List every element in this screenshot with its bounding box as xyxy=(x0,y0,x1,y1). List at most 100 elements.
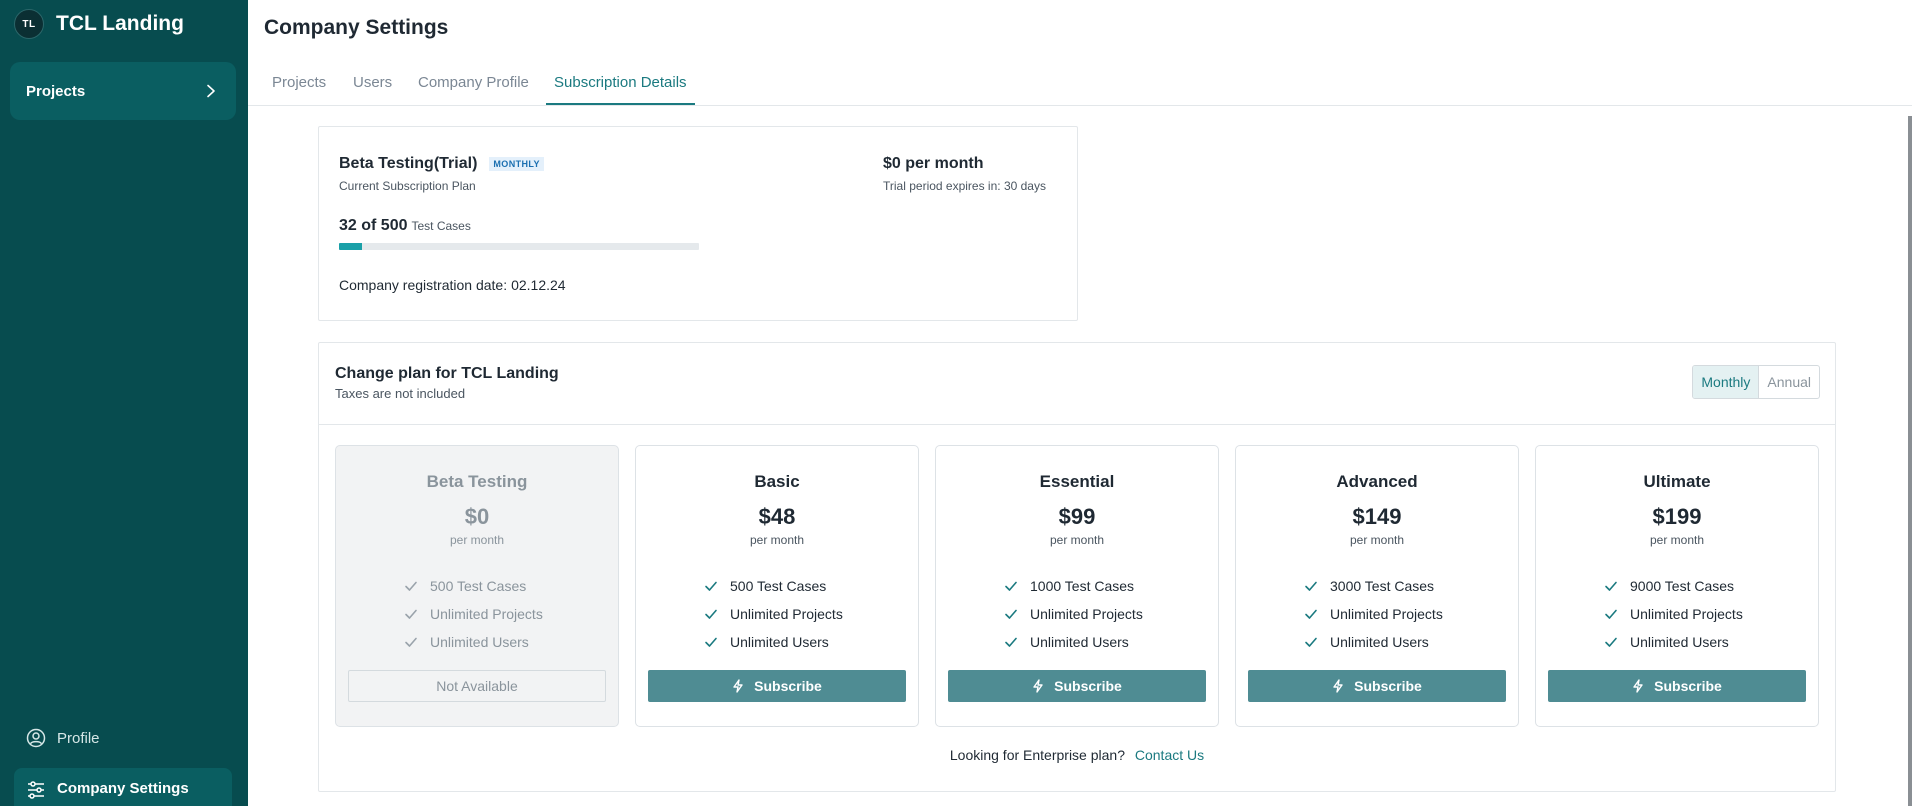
plan-name: Advanced xyxy=(1336,472,1418,491)
plan-price: $48 xyxy=(758,504,796,529)
change-plan-header: Change plan for TCL Landing Taxes are no… xyxy=(319,343,1835,425)
plan-feature-label: Unlimited Projects xyxy=(430,606,543,622)
plan-period: per month xyxy=(449,533,505,547)
lightning-icon xyxy=(1633,679,1643,693)
subscribe-button-label: Subscribe xyxy=(754,678,822,694)
plan-feature-label: Unlimited Users xyxy=(1330,634,1429,650)
sliders-icon xyxy=(28,781,44,799)
check-icon xyxy=(1605,581,1617,591)
plan-features: 9000 Test Cases Unlimited Projects Unlimit… xyxy=(1604,572,1743,656)
subscribe-button[interactable]: Subscribe xyxy=(1248,670,1506,702)
billing-badge: MONTHLY xyxy=(489,157,544,171)
not-available-label: Not Available xyxy=(436,678,518,694)
subscribe-button[interactable]: Subscribe xyxy=(948,670,1206,702)
plan-card-beta-testing: Beta Testing $0 per month 500 Test Cases Unl… xyxy=(335,445,619,727)
plan-name: Beta Testing xyxy=(426,472,528,491)
check-icon xyxy=(705,609,717,619)
plan-features: 1000 Test Cases Unlimited Projects Unlimit… xyxy=(1004,572,1143,656)
tab-projects[interactable]: Projects xyxy=(272,74,326,103)
plan-feature: 1000 Test Cases xyxy=(1004,572,1143,600)
plan-price: $199 xyxy=(1652,504,1702,529)
plan-feature-label: Unlimited Users xyxy=(730,634,829,650)
sidebar: TL TCL Landing Projects Profile Company … xyxy=(0,0,248,806)
sidebar-item-label: Profile xyxy=(57,729,100,747)
current-plan-subtitle: Current Subscription Plan xyxy=(339,179,476,193)
subscribe-button[interactable]: Subscribe xyxy=(1548,670,1806,702)
plan-feature-label: Unlimited Projects xyxy=(730,606,843,622)
plan-feature: 3000 Test Cases xyxy=(1304,572,1443,600)
check-icon xyxy=(405,609,417,619)
subscribe-button-label: Subscribe xyxy=(1354,678,1422,694)
chevron-right-icon xyxy=(207,84,215,98)
plan-name: Ultimate xyxy=(1643,472,1711,491)
plan-period: per month xyxy=(1349,533,1405,547)
plan-feature-label: Unlimited Projects xyxy=(1030,606,1143,622)
brand[interactable]: TL TCL Landing xyxy=(14,9,184,39)
plan-feature: 9000 Test Cases xyxy=(1604,572,1743,600)
lightning-icon xyxy=(733,679,743,693)
contact-us-link[interactable]: Contact Us xyxy=(1135,747,1204,763)
page-title: Company Settings xyxy=(264,16,449,39)
plan-feature: Unlimited Users xyxy=(1004,628,1143,656)
plan-period: per month xyxy=(749,533,805,547)
current-plan-name: Beta Testing(Trial) xyxy=(339,155,478,172)
plan-feature-label: Unlimited Users xyxy=(430,634,529,650)
not-available-button: Not Available xyxy=(348,670,606,702)
plan-name: Essential xyxy=(1039,472,1115,491)
plan-card-ultimate: Ultimate $199 per month 9000 Test Cases Unli… xyxy=(1535,445,1819,727)
usage-summary: 32 of 500 Test Cases xyxy=(339,217,471,235)
plan-feature: 500 Test Cases xyxy=(404,572,543,600)
subscribe-button-label: Subscribe xyxy=(1654,678,1722,694)
scrollbar[interactable] xyxy=(1908,116,1912,806)
plan-feature-label: 1000 Test Cases xyxy=(1030,578,1135,594)
plan-features: 3000 Test Cases Unlimited Projects Unlimit… xyxy=(1304,572,1443,656)
sidebar-item-profile[interactable]: Profile xyxy=(26,728,100,748)
plan-feature: Unlimited Users xyxy=(704,628,843,656)
plan-feature: Unlimited Projects xyxy=(1604,600,1743,628)
plan-feature-label: 9000 Test Cases xyxy=(1630,578,1735,594)
trial-expiry: Trial period expires in: 30 days xyxy=(883,179,1046,193)
plan-feature-label: Unlimited Projects xyxy=(1630,606,1743,622)
enterprise-text: Looking for Enterprise plan? xyxy=(949,747,1125,763)
plan-feature-label: 500 Test Cases xyxy=(730,578,827,594)
tab-company-profile[interactable]: Company Profile xyxy=(418,74,529,103)
sidebar-item-label: Company Settings xyxy=(57,780,189,797)
plans-row: Beta Testing $0 per month 500 Test Cases Unl… xyxy=(335,445,1819,727)
plan-feature-label: 500 Test Cases xyxy=(430,578,527,594)
check-icon xyxy=(1305,581,1317,591)
subscribe-button[interactable]: Subscribe xyxy=(648,670,906,702)
tab-users[interactable]: Users xyxy=(353,74,392,103)
lightning-icon xyxy=(1333,679,1343,693)
plan-period: per month xyxy=(1049,533,1105,547)
enterprise-line: Looking for Enterprise plan? Contact Us xyxy=(319,747,1835,763)
plan-features: 500 Test Cases Unlimited Projects Unlimite… xyxy=(404,572,543,656)
check-icon xyxy=(1605,637,1617,647)
plan-price: $149 xyxy=(1352,504,1402,529)
lightning-icon xyxy=(1033,679,1043,693)
change-plan-title: Change plan for TCL Landing xyxy=(335,365,559,382)
plan-feature-label: Unlimited Users xyxy=(1030,634,1129,650)
tab-bar: Projects Users Company Profile Subscript… xyxy=(248,60,1912,106)
current-plan-price: $0 per month xyxy=(883,155,984,172)
change-plan-panel: Change plan for TCL Landing Taxes are no… xyxy=(318,342,1836,792)
plan-name: Basic xyxy=(754,472,800,491)
usage-count: 32 of 500 xyxy=(339,217,408,234)
change-plan-subtitle: Taxes are not included xyxy=(335,386,466,401)
check-icon xyxy=(1605,609,1617,619)
usage-progress-bar xyxy=(339,243,699,250)
registration-date: Company registration date: 02.12.24 xyxy=(339,277,566,293)
plan-card-basic: Basic $48 per month 500 Test Cases Unlimited… xyxy=(635,445,919,727)
billing-monthly-option[interactable]: Monthly xyxy=(1693,366,1760,398)
plan-features: 500 Test Cases Unlimited Projects Unlimite… xyxy=(704,572,843,656)
current-plan-header: Beta Testing(Trial) MONTHLY xyxy=(339,155,544,173)
check-icon xyxy=(705,637,717,647)
tab-subscription-details[interactable]: Subscription Details xyxy=(546,74,695,105)
sidebar-item-projects[interactable]: Projects xyxy=(10,62,236,120)
plan-feature: Unlimited Projects xyxy=(1304,600,1443,628)
check-icon xyxy=(405,581,417,591)
billing-annual-option[interactable]: Annual xyxy=(1759,366,1819,398)
check-icon xyxy=(1005,609,1017,619)
sidebar-item-company-settings[interactable]: Company Settings xyxy=(14,768,232,806)
plan-feature: Unlimited Users xyxy=(404,628,543,656)
user-circle-icon xyxy=(26,728,46,748)
